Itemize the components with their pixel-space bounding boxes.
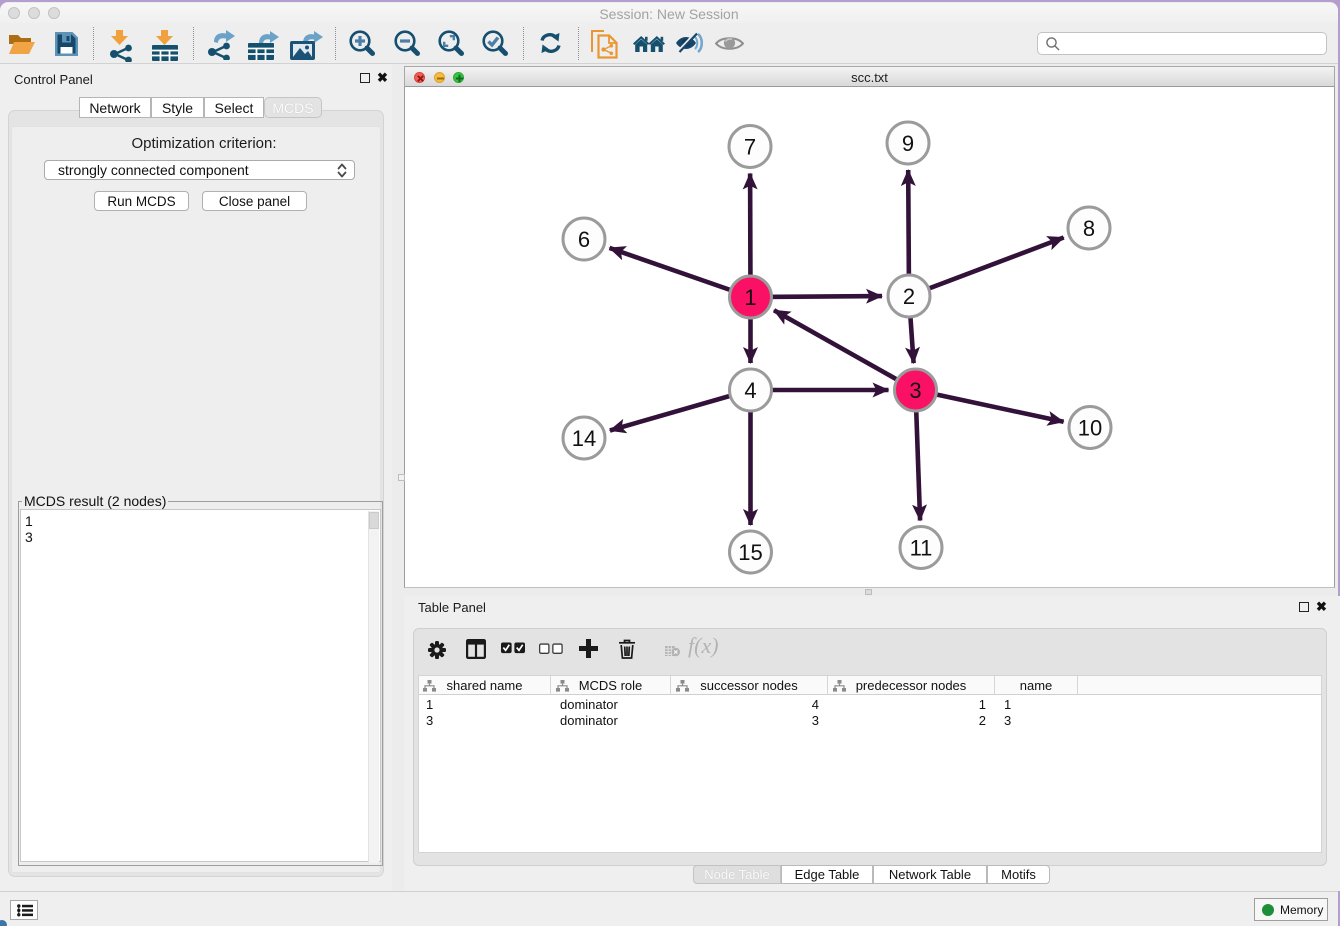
svg-text:15: 15 <box>738 540 762 565</box>
svg-text:14: 14 <box>572 426 596 451</box>
svg-text:11: 11 <box>910 536 933 561</box>
svg-text:9: 9 <box>902 131 914 156</box>
svg-text:8: 8 <box>1083 216 1095 241</box>
svg-text:6: 6 <box>578 227 590 252</box>
svg-text:7: 7 <box>744 135 756 160</box>
svg-text:1: 1 <box>744 285 756 310</box>
svg-text:3: 3 <box>909 378 921 403</box>
svg-text:2: 2 <box>903 284 915 309</box>
svg-text:10: 10 <box>1078 416 1102 441</box>
svg-text:4: 4 <box>744 378 756 403</box>
